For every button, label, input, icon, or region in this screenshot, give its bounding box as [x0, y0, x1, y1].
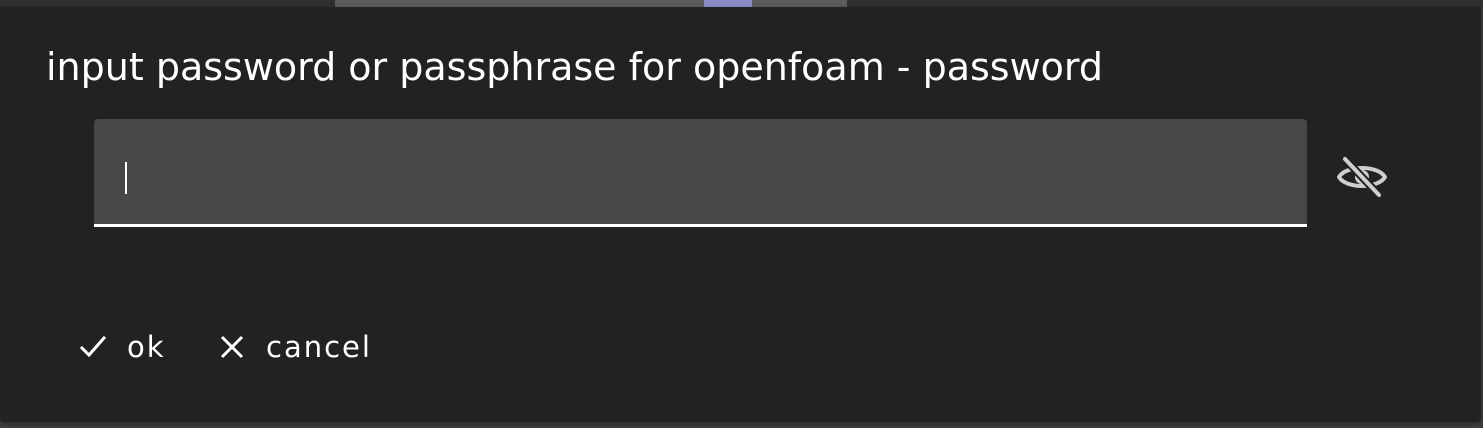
password-input[interactable]	[124, 155, 1274, 195]
close-icon	[217, 332, 247, 362]
background-tab	[752, 0, 847, 7]
check-icon	[78, 332, 108, 362]
background-active-tab-indicator	[704, 0, 752, 7]
dialog-title: input password or passphrase for openfoa…	[46, 45, 1104, 89]
text-cursor	[125, 162, 127, 194]
cancel-button-label: cancel	[266, 330, 372, 364]
password-dialog: input password or passphrase for openfoa…	[0, 7, 1481, 422]
background-window-strip	[0, 0, 1483, 7]
password-field[interactable]	[94, 119, 1307, 227]
ok-button-label: ok	[127, 330, 166, 364]
eye-off-icon	[1336, 155, 1388, 199]
page: input password or passphrase for openfoa…	[0, 0, 1483, 428]
ok-button[interactable]: ok	[78, 319, 166, 375]
toggle-password-visibility-button[interactable]	[1336, 155, 1388, 199]
background-tab	[335, 0, 704, 7]
cancel-button[interactable]: cancel	[217, 319, 372, 375]
